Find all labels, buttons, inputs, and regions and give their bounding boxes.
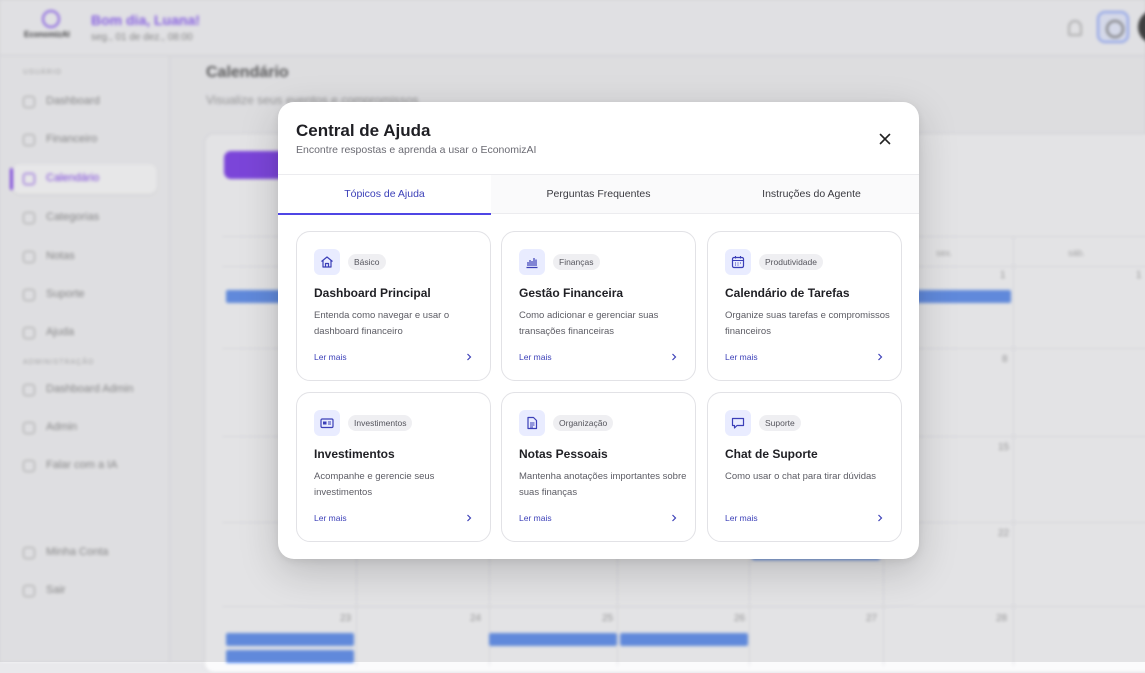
calendar-icon bbox=[725, 249, 751, 275]
home-icon bbox=[314, 249, 340, 275]
close-icon bbox=[879, 133, 891, 145]
tab-instrucoes-do-agente[interactable]: Instruções do Agente bbox=[705, 175, 918, 214]
card-title: Calendário de Tarefas bbox=[725, 286, 850, 300]
chevron-right-icon bbox=[878, 353, 883, 361]
chevron-right-icon bbox=[672, 353, 677, 361]
help-card-dashboard[interactable]: Básico Dashboard Principal Entenda como … bbox=[296, 231, 491, 381]
card-description: Acompanhe e gerencie seus investimentos bbox=[314, 471, 435, 498]
document-icon bbox=[519, 410, 545, 436]
read-more-link[interactable]: Ler mais bbox=[519, 513, 552, 523]
card-description: Como adicionar e gerenciar suas transaçõ… bbox=[519, 310, 659, 337]
help-card-notas[interactable]: Organização Notas Pessoais Mantenha anot… bbox=[501, 392, 696, 542]
tab-perguntas-frequentes[interactable]: Perguntas Frequentes bbox=[492, 175, 705, 214]
read-more-link[interactable]: Ler mais bbox=[314, 352, 347, 362]
card-badge: Básico bbox=[348, 254, 386, 270]
modal-subtitle: Encontre respostas e aprenda a usar o Ec… bbox=[296, 144, 537, 156]
chevron-right-icon bbox=[467, 514, 472, 522]
card-badge: Organização bbox=[553, 415, 614, 431]
help-card-investimentos[interactable]: Investimentos Investimentos Acompanhe e … bbox=[296, 392, 491, 542]
help-tabs: Tópicos de Ajuda Perguntas Frequentes In… bbox=[278, 174, 919, 215]
chevron-right-icon bbox=[467, 353, 472, 361]
card-badge: Suporte bbox=[759, 415, 801, 431]
card-title: Investimentos bbox=[314, 447, 395, 461]
card-title: Dashboard Principal bbox=[314, 286, 431, 300]
chevron-right-icon bbox=[878, 514, 883, 522]
card-description: Organize suas tarefas e compromissos fin… bbox=[725, 310, 890, 337]
chat-icon bbox=[725, 410, 751, 436]
card-description: Entenda como navegar e usar o dashboard … bbox=[314, 310, 450, 337]
modal-title: Central de Ajuda bbox=[296, 121, 431, 140]
chart-bars-icon bbox=[519, 249, 545, 275]
tab-topicos-de-ajuda[interactable]: Tópicos de Ajuda bbox=[278, 175, 491, 215]
card-title: Chat de Suporte bbox=[725, 447, 818, 461]
read-more-link[interactable]: Ler mais bbox=[725, 513, 758, 523]
read-more-link[interactable]: Ler mais bbox=[519, 352, 552, 362]
help-center-modal: Central de Ajuda Encontre respostas e ap… bbox=[278, 102, 919, 559]
help-card-chat-suporte[interactable]: Suporte Chat de Suporte Como usar o chat… bbox=[707, 392, 902, 542]
card-badge: Produtividade bbox=[759, 254, 823, 270]
card-title: Notas Pessoais bbox=[519, 447, 608, 461]
close-button[interactable] bbox=[874, 128, 896, 150]
card-description: Como usar o chat para tirar dúvidas bbox=[725, 471, 877, 482]
card-badge: Finanças bbox=[553, 254, 600, 270]
help-card-gestao-financeira[interactable]: Finanças Gestão Financeira Como adiciona… bbox=[501, 231, 696, 381]
read-more-link[interactable]: Ler mais bbox=[725, 352, 758, 362]
wallet-card-icon bbox=[314, 410, 340, 436]
card-description: Mantenha anotações importantes sobre sua… bbox=[519, 471, 687, 498]
chevron-right-icon bbox=[672, 514, 677, 522]
card-badge: Investimentos bbox=[348, 415, 413, 431]
help-card-calendario[interactable]: Produtividade Calendário de Tarefas Orga… bbox=[707, 231, 902, 381]
read-more-link[interactable]: Ler mais bbox=[314, 513, 347, 523]
card-title: Gestão Financeira bbox=[519, 286, 624, 300]
